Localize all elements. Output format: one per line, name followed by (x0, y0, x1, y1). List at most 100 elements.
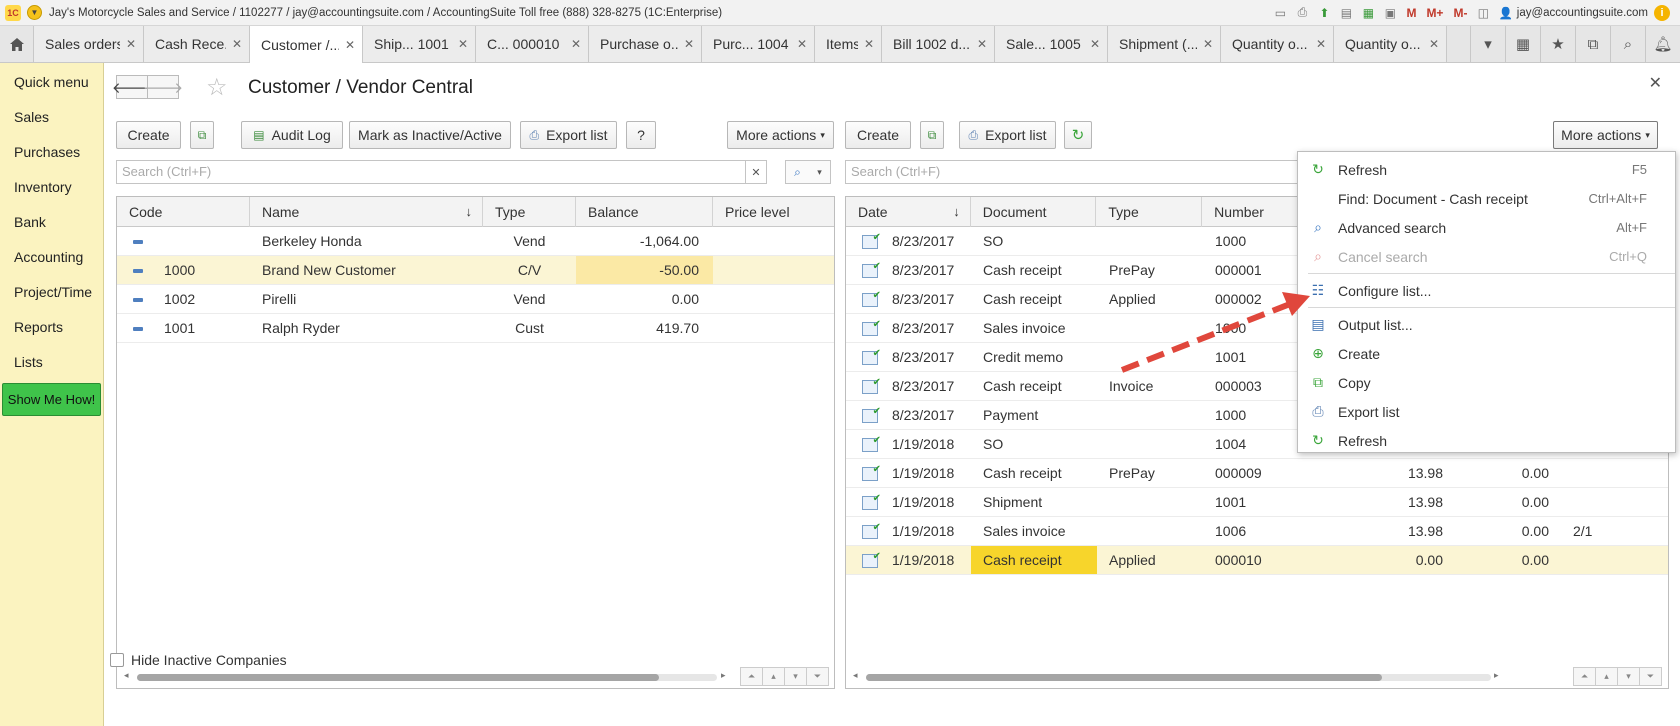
tab-cash-receipt-000010[interactable]: C... 000010 ✕ (476, 26, 589, 62)
column-balance[interactable]: Balance (576, 197, 713, 227)
hide-inactive-checkbox[interactable]: Hide Inactive Companies (110, 652, 287, 668)
tab-sales-orders[interactable]: Sales orders ✕ (34, 26, 144, 62)
left-copy-icon[interactable]: ⧉ (190, 121, 214, 149)
menu-item-advanced-search[interactable]: ⌕ Advanced search Alt+F (1298, 213, 1675, 242)
tab-bill-1002[interactable]: Bill 1002 d... ✕ (882, 26, 995, 62)
menu-item-find-document-cash-receipt[interactable]: Find: Document - Cash receipt Ctrl+Alt+F (1298, 184, 1675, 213)
current-user[interactable]: 👤 jay@accountingsuite.com (1498, 6, 1648, 20)
table-row[interactable]: 1000 Brand New Customer C/V -50.00 (117, 256, 834, 285)
mark-inactive-button[interactable]: Mark as Inactive/Active (349, 121, 511, 149)
m-minus-button[interactable]: M- (1450, 4, 1470, 22)
right-export-list-button[interactable]: ⎙ Export list (959, 121, 1056, 149)
left-create-button[interactable]: Create (116, 121, 181, 149)
menu-item-cancel-search[interactable]: ⌕ Cancel search Ctrl+Q (1298, 242, 1675, 271)
left-search-input[interactable]: Search (Ctrl+F) (116, 160, 746, 184)
tabs-overflow-icon[interactable]: ▾ (1470, 26, 1505, 62)
help-button[interactable]: ? (626, 121, 656, 149)
close-icon[interactable]: ✕ (797, 37, 807, 51)
last-row-icon[interactable]: ⏷ (806, 667, 829, 686)
next-row-icon[interactable]: ▾ (1617, 667, 1640, 686)
close-form-icon[interactable]: ✕ (1649, 73, 1662, 93)
info-icon[interactable]: i (1654, 4, 1670, 21)
close-icon[interactable]: ✕ (571, 37, 581, 51)
close-icon[interactable]: ✕ (458, 37, 468, 51)
print-icon[interactable]: ⎙ (1293, 4, 1311, 22)
menu-item-refresh[interactable]: ↻ Refresh (1298, 426, 1675, 455)
sidebar-item-bank[interactable]: Bank (0, 205, 103, 240)
save-icon[interactable]: ▭ (1271, 4, 1289, 22)
close-icon[interactable]: ✕ (1316, 37, 1326, 51)
column-price-level[interactable]: Price level (713, 197, 834, 227)
forward-button[interactable]: 🡒 (143, 75, 183, 99)
sidebar-item-sales[interactable]: Sales (0, 100, 103, 135)
main-menu-dropdown-icon[interactable]: ▼ (27, 5, 42, 20)
notifications-bell-icon[interactable]: 🔔︎ (1645, 26, 1680, 62)
table-row[interactable]: 1/19/2018 Sales invoice 1006 13.98 0.00 2/1 (846, 517, 1668, 546)
table-row[interactable]: 1/19/2018 Shipment 1001 13.98 0.00 (846, 488, 1668, 517)
tab-purchase-1004[interactable]: Purc... 1004 ✕ (702, 26, 815, 62)
tab-shipment-list[interactable]: Shipment (... ✕ (1108, 26, 1221, 62)
tab-cash-receipts[interactable]: Cash Rece...✕ (144, 26, 250, 62)
tab-quantity-2[interactable]: Quantity o... ✕ (1334, 26, 1447, 62)
m-button[interactable]: M (1403, 4, 1419, 22)
right-search-input[interactable]: Search (Ctrl+F) (845, 160, 1305, 184)
table-row[interactable]: 1001 Ralph Ryder Cust 419.70 (117, 314, 834, 343)
tab-items[interactable]: Items ✕ (815, 26, 882, 62)
menu-item-copy[interactable]: ⧉ Copy (1298, 368, 1675, 397)
last-row-icon[interactable]: ⏷ (1639, 667, 1662, 686)
calculator-icon[interactable]: ▦ (1359, 4, 1377, 22)
table-row[interactable]: 1002 Pirelli Vend 0.00 (117, 285, 834, 314)
close-icon[interactable]: ✕ (232, 37, 242, 51)
close-icon[interactable]: ✕ (1090, 37, 1100, 51)
menu-item-export-list[interactable]: ⎙ Export list (1298, 397, 1675, 426)
tab-quantity-1[interactable]: Quantity o... ✕ (1221, 26, 1334, 62)
menu-item-refresh[interactable]: ↻ Refresh F5 (1298, 155, 1675, 184)
close-icon[interactable]: ✕ (126, 37, 136, 51)
right-create-button[interactable]: Create (845, 121, 911, 149)
column-document[interactable]: Document (971, 197, 1097, 227)
table-row[interactable]: 1/19/2018 Cash receipt PrePay 000009 13.98 0.… (846, 459, 1668, 488)
close-icon[interactable]: ✕ (977, 37, 987, 51)
sidebar-item-purchases[interactable]: Purchases (0, 135, 103, 170)
search-icon[interactable]: ⌕ (1610, 26, 1645, 62)
search-options-button[interactable]: ⌕ ▾ (785, 160, 831, 184)
show-me-how-button[interactable]: Show Me How! (2, 383, 101, 416)
right-copy-icon[interactable]: ⧉ (920, 121, 944, 149)
close-icon[interactable]: ✕ (684, 37, 694, 51)
table-row[interactable]: 1/19/2018Cash receipt Applied 000010 0.00 0.… (846, 546, 1668, 575)
sidebar-item-quick-menu[interactable]: Quick menu (0, 65, 103, 100)
home-icon[interactable] (0, 26, 34, 62)
app-logo-icon[interactable]: 1C (5, 4, 21, 21)
sidebar-item-project-time[interactable]: Project/Time (0, 275, 103, 310)
prev-row-icon[interactable]: ▴ (1595, 667, 1618, 686)
horizontal-scrollbar[interactable] (866, 674, 1491, 681)
refresh-button[interactable]: ↻ (1064, 121, 1092, 149)
first-row-icon[interactable]: ⏶ (1573, 667, 1596, 686)
close-icon[interactable]: ✕ (864, 37, 874, 51)
left-more-actions-button[interactable]: More actions ▾ (727, 121, 834, 149)
menu-item-create[interactable]: ⊕ Create (1298, 339, 1675, 368)
scroll-right-icon[interactable]: ▸ (1494, 670, 1499, 681)
sidebar-item-accounting[interactable]: Accounting (0, 240, 103, 275)
horizontal-scrollbar[interactable] (137, 674, 717, 681)
sidebar-item-lists[interactable]: Lists (0, 345, 103, 380)
menu-item-configure-list[interactable]: ☷ Configure list... (1298, 276, 1675, 305)
m-plus-button[interactable]: M+ (1423, 4, 1446, 22)
history-icon[interactable]: ⧉ (1575, 26, 1610, 62)
column-type[interactable]: Type (1096, 197, 1203, 227)
checkbox-icon[interactable] (110, 653, 124, 667)
table-row[interactable]: Berkeley Honda Vend -1,064.00 (117, 227, 834, 256)
scroll-left-icon[interactable]: ◂ (853, 670, 858, 681)
favorites-icon[interactable]: ★ (1540, 26, 1575, 62)
next-row-icon[interactable]: ▾ (784, 667, 807, 686)
panels-icon[interactable]: ◫ (1474, 4, 1492, 22)
right-more-actions-button[interactable]: More actions ▾ (1553, 121, 1658, 149)
close-icon[interactable]: ✕ (1429, 37, 1439, 51)
scroll-right-icon[interactable]: ▸ (721, 670, 726, 681)
menu-item-output-list[interactable]: ▤ Output list... (1298, 310, 1675, 339)
first-row-icon[interactable]: ⏶ (740, 667, 763, 686)
left-export-list-button[interactable]: ⎙ Export list (520, 121, 617, 149)
favorite-star-icon[interactable]: ☆ (206, 73, 228, 102)
tab-shipment-1001[interactable]: Ship... 1001 ✕ (363, 26, 476, 62)
function-menu-icon[interactable]: ▦ (1505, 26, 1540, 62)
